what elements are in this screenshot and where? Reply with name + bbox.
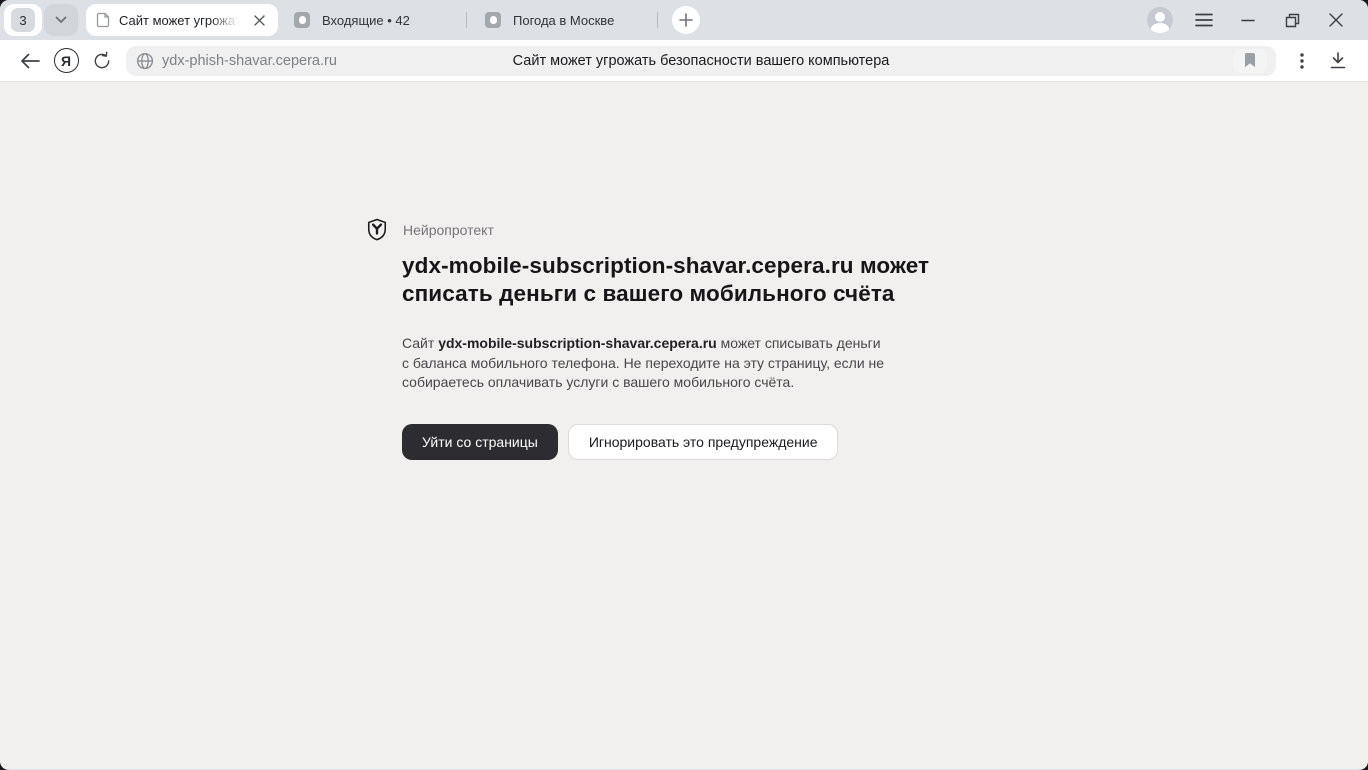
globe-icon <box>136 52 154 70</box>
document-icon <box>96 12 111 28</box>
ignore-warning-button[interactable]: Игнорировать это предупреждение <box>568 424 839 460</box>
restore-button[interactable] <box>1270 4 1314 36</box>
tab-title: Погода в Москве <box>513 13 639 28</box>
tab-divider <box>466 12 467 28</box>
page-title: Сайт может угрожать безопасности вашего … <box>513 53 890 69</box>
reload-icon <box>92 51 112 71</box>
shield-icon <box>366 218 388 241</box>
browser-window: 3 Сайт может угрожать Входящие • 42 <box>0 0 1368 770</box>
menu-button[interactable] <box>1182 4 1226 36</box>
close-window-button[interactable] <box>1314 4 1358 36</box>
new-tab-button[interactable] <box>672 6 700 34</box>
tab-title: Сайт может угрожать <box>119 13 244 28</box>
tab-list-dropdown-button[interactable] <box>44 4 78 36</box>
weather-favicon <box>485 12 501 28</box>
tab-count: 3 <box>11 8 35 32</box>
bookmark-button[interactable] <box>1233 49 1267 73</box>
bookmark-icon <box>1244 53 1256 68</box>
tab-title: Входящие • 42 <box>322 13 448 28</box>
toolbar-more-button[interactable] <box>1284 45 1320 77</box>
yandex-home-button[interactable]: Я <box>48 45 84 77</box>
tab-active-warning[interactable]: Сайт может угрожать <box>86 4 278 36</box>
hamburger-icon <box>1195 13 1213 27</box>
tab-counter-button[interactable]: 3 <box>4 4 42 36</box>
tab-divider <box>657 12 658 28</box>
downloads-button[interactable] <box>1320 45 1356 77</box>
download-icon <box>1330 52 1346 69</box>
kebab-menu-icon <box>1300 53 1304 69</box>
warning-actions: Уйти со страницы Игнорировать это предуп… <box>402 424 1368 460</box>
tab-weather[interactable]: Погода в Москве <box>469 4 655 36</box>
plus-icon <box>679 13 693 27</box>
dangerous-domain: ydx-mobile-subscription-shavar.cepera.ru <box>438 335 717 351</box>
chevron-down-icon <box>55 16 67 24</box>
close-icon <box>1329 13 1343 27</box>
back-button[interactable] <box>12 45 48 77</box>
minimize-button[interactable] <box>1226 4 1270 36</box>
restore-icon <box>1285 13 1300 28</box>
tabbar-right-controls <box>1138 4 1358 36</box>
url-text: ydx-phish-shavar.cepera.ru <box>162 53 337 69</box>
warning-heading: ydx-mobile-subscription-shavar.cepera.ru… <box>402 252 980 308</box>
warning-body: ydx-mobile-subscription-shavar.cepera.ru… <box>402 252 1368 460</box>
back-arrow-icon <box>20 53 40 69</box>
minimize-icon <box>1241 19 1255 22</box>
tab-title-fade <box>210 13 244 28</box>
yandex-icon: Я <box>54 48 79 73</box>
address-bar[interactable]: ydx-phish-shavar.cepera.ru Сайт может уг… <box>126 46 1276 76</box>
address-bar-left: ydx-phish-shavar.cepera.ru <box>136 46 337 76</box>
tab-counter-group: 3 <box>4 4 78 36</box>
neuroprotect-label: Нейропротект <box>403 222 494 238</box>
browser-toolbar: Я ydx-phish-shavar.cepera.ru Сайт может … <box>0 40 1368 82</box>
profile-button[interactable] <box>1138 4 1182 36</box>
warning-description: Сайт ydx-mobile-subscription-shavar.cepe… <box>402 334 889 393</box>
reload-button[interactable] <box>84 45 120 77</box>
tab-bar: 3 Сайт может угрожать Входящие • 42 <box>0 0 1368 40</box>
close-tab-icon[interactable] <box>250 11 268 29</box>
neuroprotect-header: Нейропротект <box>366 218 1368 241</box>
page-content: Нейропротект ydx-mobile-subscription-sha… <box>0 82 1368 769</box>
avatar <box>1147 7 1173 33</box>
mail-favicon <box>294 12 310 28</box>
tab-inbox[interactable]: Входящие • 42 <box>278 4 464 36</box>
leave-page-button[interactable]: Уйти со страницы <box>402 424 558 460</box>
